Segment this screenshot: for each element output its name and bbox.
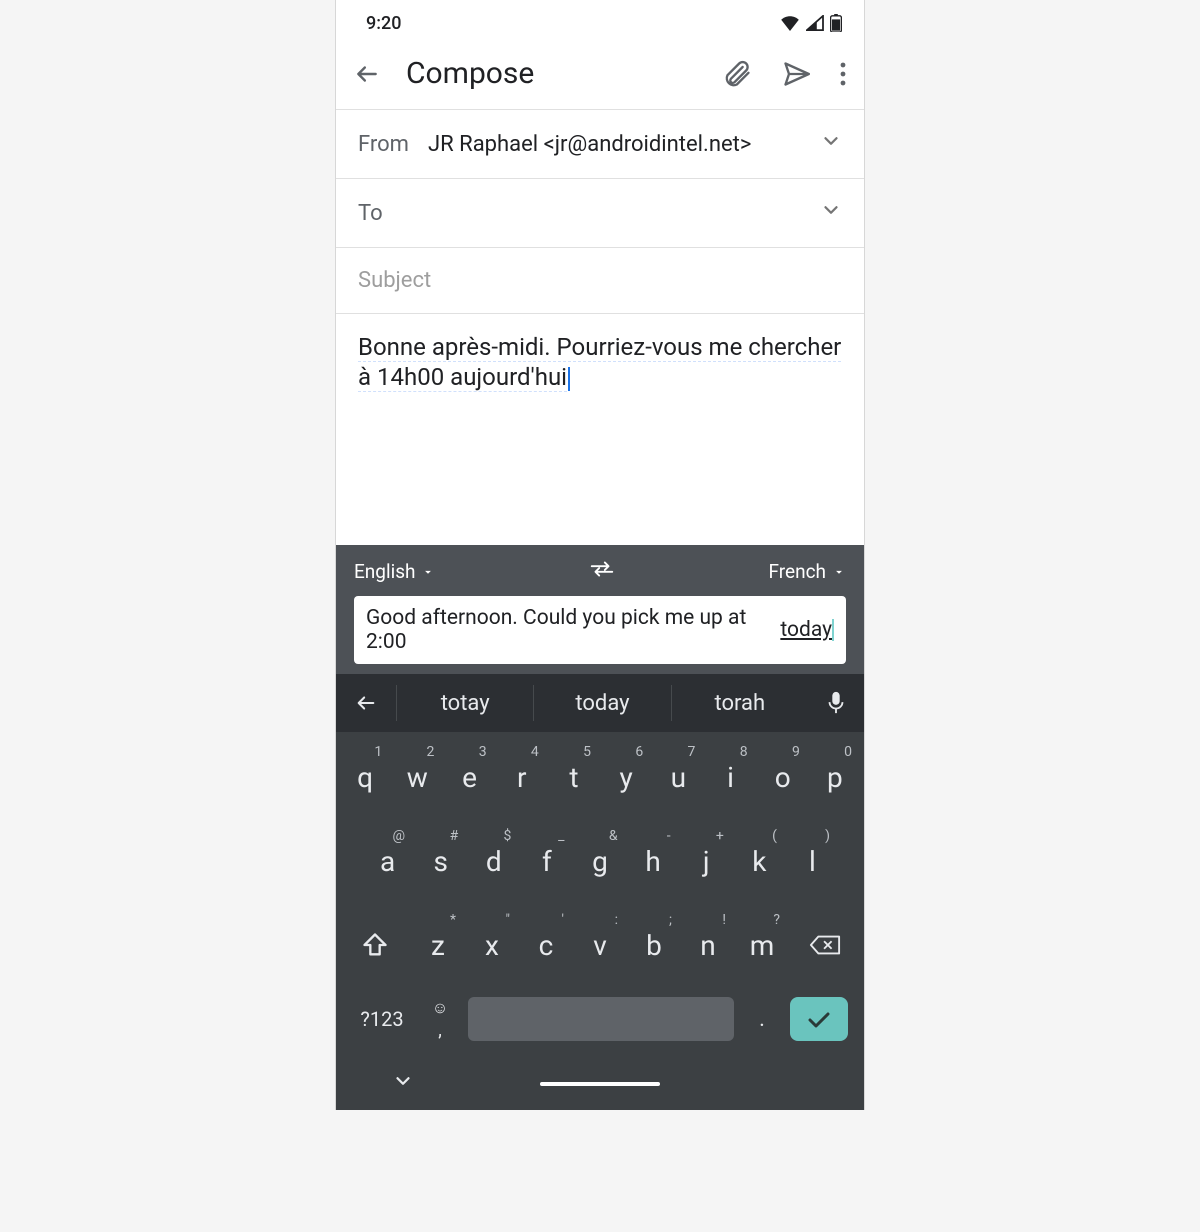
back-arrow-icon[interactable] [354, 61, 380, 87]
suggestion-2[interactable]: today [533, 685, 670, 721]
battery-icon [830, 14, 842, 32]
key-z[interactable]: z* [414, 910, 462, 980]
translate-lang-row: English French [354, 559, 846, 584]
source-language-label: English [354, 560, 415, 583]
emoji-key[interactable]: ☺ , [420, 994, 460, 1044]
target-language-selector[interactable]: French [768, 560, 846, 583]
from-field[interactable]: From JR Raphael <jr@androidintel.net> [336, 109, 864, 178]
key-j[interactable]: j+ [683, 826, 730, 896]
key-l[interactable]: l) [789, 826, 836, 896]
backspace-key[interactable] [792, 910, 858, 980]
attachment-icon[interactable] [724, 60, 752, 88]
key-n[interactable]: n! [684, 910, 732, 980]
key-x[interactable]: x" [468, 910, 516, 980]
to-label: To [358, 201, 412, 226]
status-icons [780, 14, 842, 32]
suggestion-back-icon[interactable] [336, 692, 396, 714]
target-language-label: French [768, 560, 826, 583]
nav-bar [342, 1072, 858, 1086]
key-d[interactable]: d$ [470, 826, 517, 896]
keyboard: q1w2e3r4t5y6u7i8o9p0 a@s#d$f_g&h-j+k(l) … [336, 732, 864, 1110]
key-k[interactable]: k( [736, 826, 783, 896]
key-w[interactable]: w2 [394, 742, 440, 812]
suggestion-bar: totay today torah [336, 674, 864, 732]
enter-key[interactable] [790, 997, 848, 1041]
subject-field[interactable]: Subject [336, 247, 864, 313]
app-actions [724, 60, 846, 88]
compose-body[interactable]: Bonne après-midi. Pourriez-vous me cherc… [336, 313, 864, 545]
body-text: Bonne après-midi. Pourriez-vous me cherc… [358, 333, 841, 392]
key-s[interactable]: s# [417, 826, 464, 896]
text-cursor [568, 367, 570, 391]
keyboard-row-2: a@s#d$f_g&h-j+k(l) [342, 826, 858, 896]
key-h[interactable]: h- [630, 826, 677, 896]
dropdown-caret-icon [421, 565, 435, 579]
key-r[interactable]: r4 [499, 742, 545, 812]
key-o[interactable]: o9 [760, 742, 806, 812]
translate-input-underlined: today [780, 618, 832, 642]
key-q[interactable]: q1 [342, 742, 388, 812]
suggestion-1[interactable]: totay [396, 685, 533, 721]
to-field[interactable]: To [336, 178, 864, 247]
phone-frame: 9:20 Compose From JR Raphael <jr@android [335, 0, 865, 1110]
key-c[interactable]: c' [522, 910, 570, 980]
cell-signal-icon [806, 15, 824, 31]
keyboard-collapse-icon[interactable] [392, 1070, 414, 1096]
suggestion-3[interactable]: torah [671, 685, 808, 721]
spacebar-key[interactable] [468, 997, 734, 1041]
key-u[interactable]: u7 [655, 742, 701, 812]
home-indicator[interactable] [540, 1082, 660, 1086]
key-b[interactable]: b; [630, 910, 678, 980]
period-key[interactable]: . [742, 994, 782, 1044]
key-e[interactable]: e3 [446, 742, 492, 812]
swap-languages-icon[interactable] [588, 559, 616, 584]
key-p[interactable]: p0 [812, 742, 858, 812]
keyboard-bottom-row: ?123 ☺ , . [342, 994, 858, 1044]
keyboard-row-1: q1w2e3r4t5y6u7i8o9p0 [342, 742, 858, 812]
from-chevron-icon[interactable] [820, 130, 842, 158]
status-time: 9:20 [366, 13, 401, 34]
app-title: Compose [406, 56, 698, 91]
translate-cursor [832, 619, 834, 641]
wifi-icon [780, 15, 800, 31]
source-language-selector[interactable]: English [354, 560, 435, 583]
from-value: JR Raphael <jr@androidintel.net> [428, 132, 804, 157]
key-a[interactable]: a@ [364, 826, 411, 896]
app-bar: Compose [336, 42, 864, 109]
translate-input[interactable]: Good afternoon. Could you pick me up at … [354, 596, 846, 664]
translate-input-text: Good afternoon. Could you pick me up at … [366, 606, 780, 654]
more-menu-icon[interactable] [840, 61, 846, 87]
key-m[interactable]: m? [738, 910, 786, 980]
key-v[interactable]: v: [576, 910, 624, 980]
key-y[interactable]: y6 [603, 742, 649, 812]
to-chevron-icon[interactable] [820, 199, 842, 227]
key-t[interactable]: t5 [551, 742, 597, 812]
emoji-icon: ☺ [432, 998, 448, 1018]
status-bar: 9:20 [336, 0, 864, 42]
key-i[interactable]: i8 [707, 742, 753, 812]
dropdown-caret-icon [832, 565, 846, 579]
mic-icon[interactable] [808, 691, 864, 715]
shift-key[interactable] [342, 910, 408, 980]
send-icon[interactable] [782, 60, 810, 88]
translate-bar: English French Good afternoon. Could you… [336, 545, 864, 674]
from-label: From [358, 132, 412, 157]
keyboard-row-3: z*x"c'v:b;n!m? [342, 910, 858, 980]
key-f[interactable]: f_ [523, 826, 570, 896]
symbols-key[interactable]: ?123 [352, 994, 412, 1044]
subject-placeholder: Subject [358, 268, 431, 293]
key-g[interactable]: g& [576, 826, 623, 896]
